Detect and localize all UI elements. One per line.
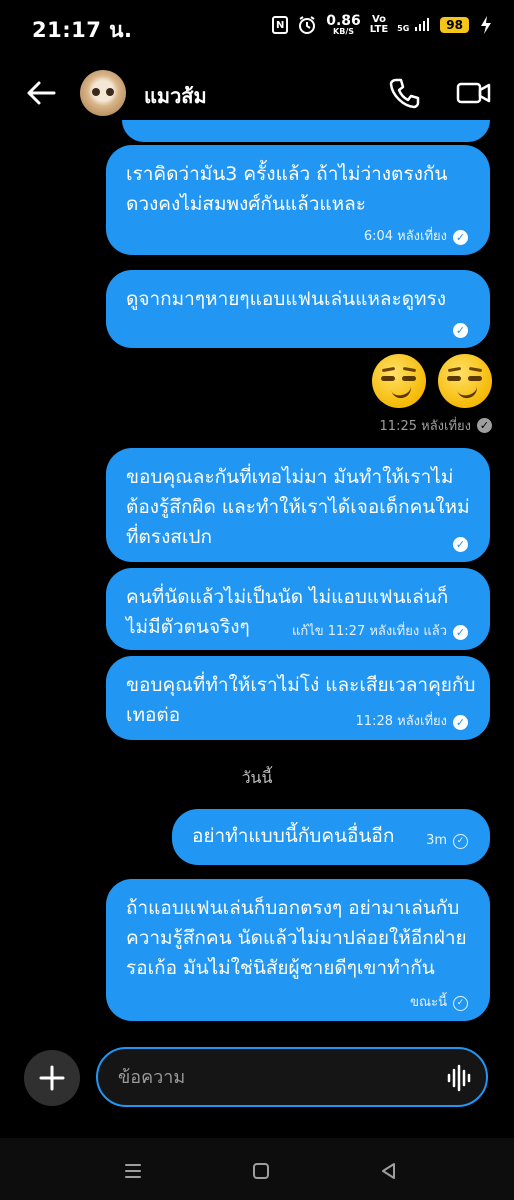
message-bubble[interactable]: คนที่นัดแล้วไม่เป็นนัด ไม่แอบแฟนเล่นก็ไม… — [106, 568, 490, 650]
contact-name[interactable]: แมวส้ม — [144, 80, 207, 112]
message-edited-time: แก้ไข 11:27 หลังเที่ยง แล้ว — [291, 624, 447, 639]
message-time: 11:28 หลังเที่ยง — [355, 714, 447, 729]
read-check-icon: ✓ — [453, 714, 468, 730]
emoji-message-meta: 11:25 หลังเที่ยง ✓ — [380, 415, 492, 436]
date-separator: วันนี้ — [241, 768, 273, 787]
net-speed-unit: KB/S — [333, 27, 354, 36]
recent-apps-icon[interactable] — [118, 1156, 148, 1186]
message-bubble-partial — [122, 120, 490, 142]
system-nav-bar — [0, 1138, 514, 1200]
volte-bottom: LTE — [369, 24, 389, 35]
message-time: 11:25 หลังเที่ยง — [379, 419, 471, 434]
back-arrow-icon[interactable] — [24, 76, 58, 110]
status-bar: 21:17 น. N 0.86 KB/S Vo LTE 5G 98 — [0, 0, 514, 52]
message-meta: ขณะนี้ ✓ — [410, 995, 468, 1011]
smirk-emoji-icon — [438, 354, 492, 408]
video-call-icon[interactable] — [456, 76, 492, 110]
plus-icon[interactable] — [24, 1050, 80, 1106]
status-icons: N 0.86 KB/S Vo LTE 5G 98 — [272, 14, 494, 36]
message-text: ดูจากมาๆหายๆแอบแฟนเล่นแหละดูทรง — [126, 288, 447, 310]
message-bubble[interactable]: เราคิดว่ามัน3 ครั้งแล้ว ถ้าไม่ว่างตรงกัน… — [106, 145, 490, 255]
read-check-icon: ✓ — [453, 323, 468, 338]
chat-header: แมวส้ม — [0, 58, 514, 128]
message-time: ขณะนี้ — [410, 995, 447, 1010]
phone-icon[interactable] — [388, 76, 422, 110]
sent-check-icon: ✓ — [453, 995, 468, 1011]
home-icon[interactable] — [246, 1156, 276, 1186]
message-meta: 6:04 หลังเที่ยง ✓ — [364, 229, 468, 245]
message-meta: ✓ — [453, 323, 468, 338]
sent-check-icon: ✓ — [453, 833, 468, 849]
net-speed: 0.86 KB/S — [326, 14, 361, 36]
message-text: ขอบคุณละกันที่เทอไม่มา มันทำให้เราไม่ต้อ… — [126, 466, 470, 548]
status-time: 21:17 น. — [32, 18, 133, 42]
smirk-emoji-icon — [372, 354, 426, 408]
message-bubble[interactable]: ถ้าแอบแฟนเล่นก็บอกตรงๆ อย่ามาเล่นกับความ… — [106, 879, 490, 1021]
message-bubble[interactable]: ขอบคุณละกันที่เทอไม่มา มันทำให้เราไม่ต้อ… — [106, 448, 490, 562]
nfc-icon: N — [272, 16, 289, 34]
read-check-icon: ✓ — [453, 229, 468, 245]
message-time: 3m — [426, 833, 447, 848]
read-check-icon: ✓ — [477, 418, 492, 433]
message-meta: ✓ — [453, 537, 468, 552]
back-icon[interactable] — [374, 1156, 404, 1186]
alarm-icon — [299, 16, 316, 34]
net-speed-value: 0.86 — [326, 13, 361, 29]
message-meta: 3m ✓ — [426, 833, 468, 849]
message-time: 6:04 หลังเที่ยง — [363, 229, 447, 244]
volte-indicator: Vo LTE — [370, 15, 388, 35]
battery-icon: 98 — [440, 17, 469, 33]
message-input[interactable] — [96, 1047, 488, 1107]
message-bubble[interactable]: ดูจากมาๆหายๆแอบแฟนเล่นแหละดูทรง ✓ — [106, 270, 490, 348]
message-meta: แก้ไข 11:27 หลังเที่ยง แล้ว ✓ — [292, 624, 468, 640]
message-text: เราคิดว่ามัน3 ครั้งแล้ว ถ้าไม่ว่างตรงกัน… — [126, 163, 448, 215]
avatar[interactable] — [80, 70, 126, 116]
message-composer — [0, 1045, 514, 1115]
signal-icon: 5G — [397, 17, 431, 33]
message-bubble[interactable]: ขอบคุณที่ทำให้เราไม่โง่ และเสียเวลาคุยกั… — [106, 656, 490, 740]
message-bubble[interactable]: อย่าทำแบบนี้กับคนอื่นอีก 3m ✓ — [172, 809, 490, 865]
voice-message-icon[interactable] — [446, 1063, 472, 1093]
read-check-icon: ✓ — [453, 624, 468, 640]
emoji-message[interactable] — [372, 354, 492, 408]
wifi-icon — [481, 16, 491, 34]
message-meta: 11:28 หลังเที่ยง ✓ — [356, 714, 468, 730]
message-text: ถ้าแอบแฟนเล่นก็บอกตรงๆ อย่ามาเล่นกับความ… — [126, 897, 467, 979]
network-type: 5G — [397, 24, 410, 33]
read-check-icon: ✓ — [453, 537, 468, 552]
